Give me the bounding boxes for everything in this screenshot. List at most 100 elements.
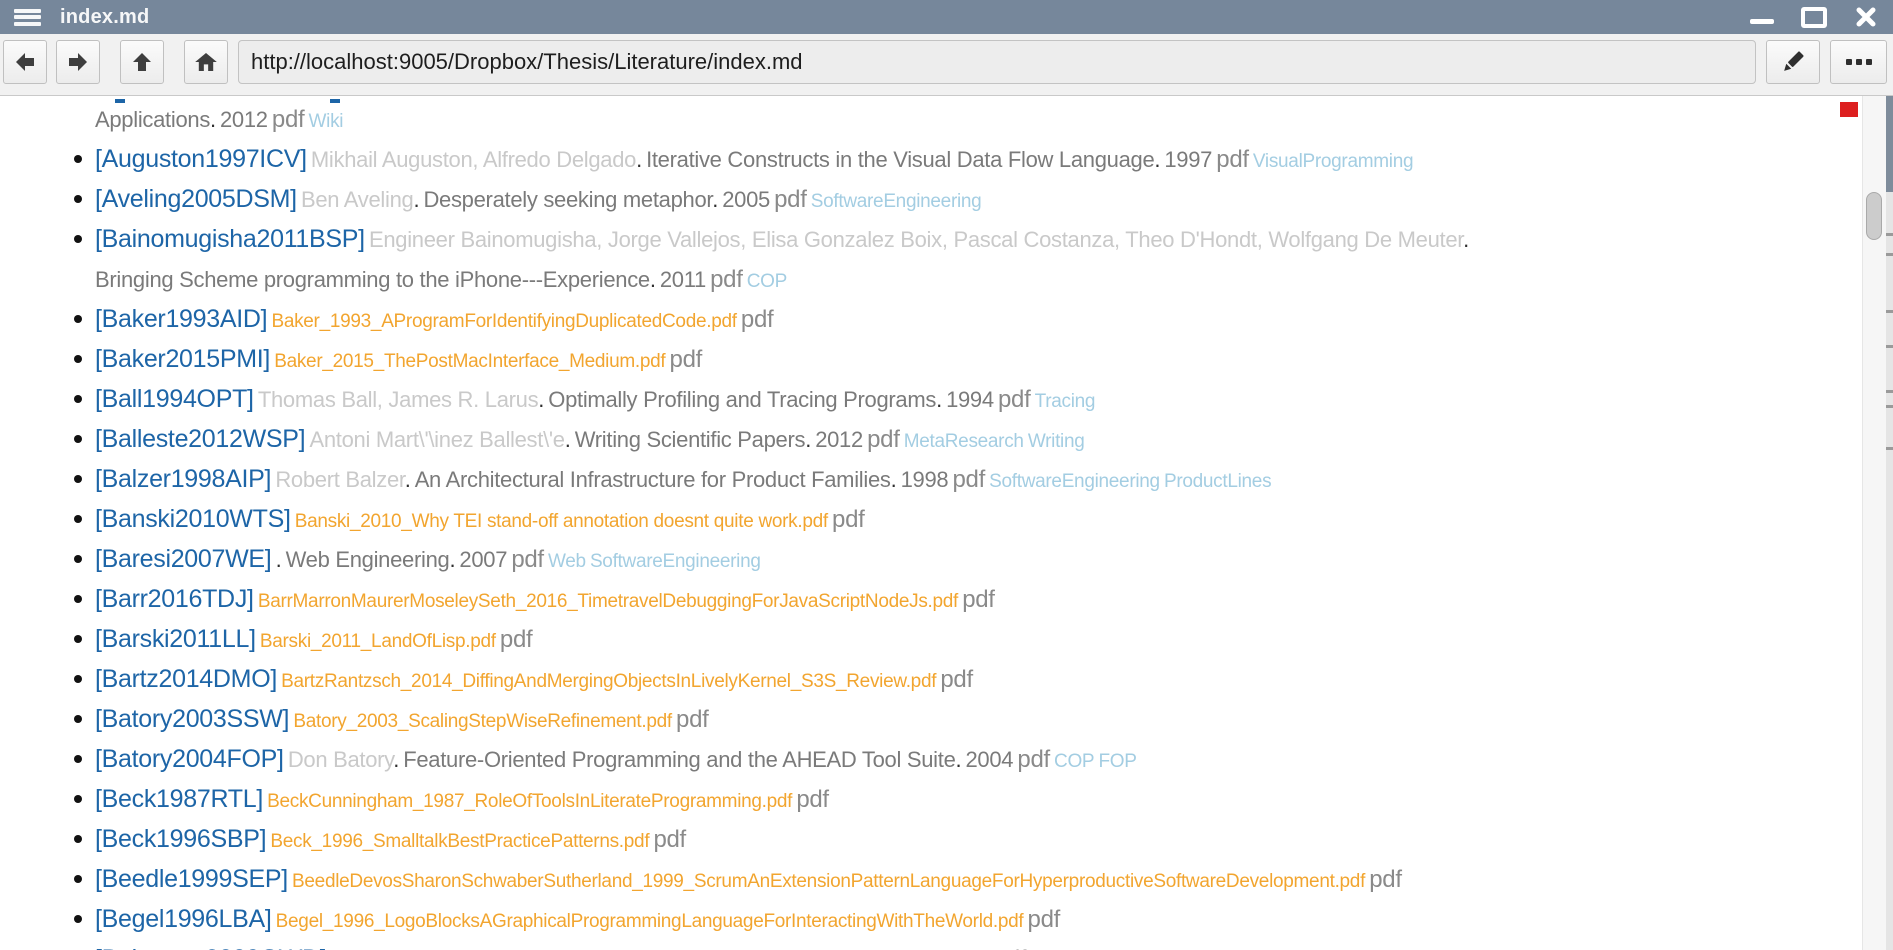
tag-link[interactable]: VisualProgramming bbox=[1253, 151, 1413, 172]
citation-key-link[interactable]: [Beck1996SBP] bbox=[95, 825, 266, 853]
pdf-filename-link[interactable]: BarrMarronMaurerMoseleySeth_2016_Timetra… bbox=[258, 591, 958, 612]
pdf-filename-link[interactable]: BartzRantzsch_2014_DiffingAndMergingObje… bbox=[281, 671, 936, 692]
pdf-link[interactable]: pdf bbox=[952, 466, 984, 493]
tag-link[interactable]: COP bbox=[1054, 751, 1094, 772]
tag-link[interactable]: Wiki bbox=[309, 111, 344, 132]
tag-link[interactable]: SoftwareEngineering bbox=[989, 471, 1160, 492]
tag-link[interactable]: MetaResearch bbox=[904, 431, 1024, 452]
tag-link[interactable]: SoftwareEngineering bbox=[811, 191, 982, 212]
bibliography-entry-partial: Applications. 2012 pdf Wiki bbox=[95, 101, 1773, 141]
edit-button[interactable] bbox=[1766, 40, 1820, 84]
entry-year: 2005 bbox=[722, 187, 770, 212]
content-scrollbar-track[interactable] bbox=[1862, 96, 1886, 950]
title-bar: index.md bbox=[0, 0, 1893, 34]
pdf-link[interactable]: pdf bbox=[710, 266, 742, 293]
pdf-filename-link[interactable]: Begel_1996_LogoBlocksAGraphicalProgrammi… bbox=[276, 911, 1024, 932]
citation-key-link[interactable]: [Baker2015PMI] bbox=[95, 345, 270, 373]
bibliography-entry: [Ball1994OPT] Thomas Ball, James R. Laru… bbox=[95, 381, 1773, 421]
tag-link[interactable]: Writing bbox=[1028, 431, 1085, 452]
author-names: Thomas Ball, James R. Larus bbox=[258, 387, 538, 412]
citation-key-link[interactable]: [Auguston1997ICV] bbox=[95, 145, 307, 173]
pdf-link[interactable]: pdf bbox=[741, 306, 773, 333]
separator-period: . bbox=[712, 187, 718, 212]
citation-key-link[interactable]: [Begel1996LBA] bbox=[95, 905, 272, 933]
citation-key-link[interactable]: [Ball1994OPT] bbox=[95, 385, 254, 413]
window-title: index.md bbox=[60, 6, 149, 29]
entry-year: 2011 bbox=[660, 267, 706, 292]
pdf-link[interactable]: pdf bbox=[1028, 906, 1060, 933]
citation-key-link[interactable]: [Balzer1998AIP] bbox=[95, 465, 271, 493]
pdf-link[interactable]: pdf bbox=[832, 506, 864, 533]
citation-key-link[interactable]: [Baker1993AID] bbox=[95, 305, 267, 333]
tag-link[interactable]: COP bbox=[747, 271, 787, 292]
pdf-link[interactable]: pdf bbox=[676, 706, 708, 733]
pdf-filename-link[interactable]: BeedleDevosSharonSchwaberSutherland_1999… bbox=[292, 871, 1365, 892]
entry-title: Desperately seeking metaphor bbox=[423, 187, 712, 212]
pdf-filename-link[interactable]: Barski_2011_LandOfLisp.pdf bbox=[260, 631, 496, 652]
window-scrollbar-thumb[interactable] bbox=[1886, 96, 1893, 192]
separator-period: . bbox=[650, 267, 656, 292]
content-scrollbar-thumb[interactable] bbox=[1866, 192, 1882, 240]
close-button[interactable] bbox=[1851, 4, 1881, 30]
citation-key-link[interactable]: [Bainomugisha2011BSP] bbox=[95, 225, 365, 253]
tag-link[interactable]: Web bbox=[548, 551, 586, 572]
ellipsis-icon bbox=[1846, 59, 1852, 65]
tag-link[interactable]: FOP bbox=[1098, 751, 1136, 772]
pdf-filename-link[interactable]: BeckCunningham_1987_RoleOfToolsInLiterat… bbox=[267, 791, 792, 812]
pdf-filename-link[interactable]: Beck_1996_SmalltalkBestPracticePatterns.… bbox=[270, 831, 649, 852]
pdf-link[interactable]: pdf bbox=[1369, 866, 1401, 893]
home-button[interactable] bbox=[184, 40, 228, 84]
pdf-link[interactable]: pdf bbox=[774, 186, 806, 213]
pdf-link[interactable]: pdf bbox=[796, 786, 828, 813]
separator-period: . bbox=[538, 387, 544, 412]
up-button[interactable] bbox=[120, 40, 164, 84]
forward-button[interactable] bbox=[56, 40, 100, 84]
pdf-link[interactable]: pdf bbox=[500, 626, 532, 653]
url-address-input[interactable] bbox=[238, 40, 1756, 84]
tag-link[interactable]: ProductLines bbox=[1164, 471, 1271, 492]
pdf-link[interactable]: pdf bbox=[1017, 746, 1049, 773]
entry-title: An Architectural Infrastructure for Prod… bbox=[415, 467, 891, 492]
minimize-button[interactable] bbox=[1747, 4, 1777, 30]
pdf-link[interactable]: pdf bbox=[653, 826, 685, 853]
pdf-filename-link[interactable]: Baker_1993_AProgramForIdentifyingDuplica… bbox=[271, 311, 736, 332]
pdf-link[interactable]: pdf bbox=[998, 386, 1030, 413]
citation-key-link[interactable]: [Beedle1999SEP] bbox=[95, 865, 288, 893]
hamburger-menu-icon[interactable] bbox=[14, 9, 41, 26]
pdf-link[interactable]: pdf bbox=[511, 546, 543, 573]
citation-key-link[interactable]: [Balleste2012WSP] bbox=[95, 425, 305, 453]
back-button[interactable] bbox=[3, 40, 47, 84]
citation-key-link[interactable]: [Barr2016TDJ] bbox=[95, 585, 254, 613]
pdf-link[interactable]: pdf bbox=[272, 106, 304, 133]
pdf-link[interactable]: pdf bbox=[867, 426, 899, 453]
citation-key-link[interactable]: [Barski2011LL] bbox=[95, 625, 256, 653]
citation-key-link[interactable]: [Batory2003SSW] bbox=[95, 705, 289, 733]
pdf-filename-link[interactable]: Baker_2015_ThePostMacInterface_Medium.pd… bbox=[274, 351, 665, 372]
bibliography-entry: [Bainomugisha2011BSP] Engineer Bainomugi… bbox=[95, 221, 1773, 301]
author-names: Antoni Mart\'\inez Ballest\'e bbox=[309, 427, 564, 452]
pdf-link[interactable]: pdf bbox=[962, 586, 994, 613]
pdf-filename-link[interactable]: Batory_2003_ScalingStepWiseRefinement.pd… bbox=[293, 711, 672, 732]
pdf-link[interactable]: pdf bbox=[670, 346, 702, 373]
maximize-button[interactable] bbox=[1799, 4, 1829, 30]
window-scrollbar-track[interactable] bbox=[1886, 96, 1893, 950]
pdf-link[interactable]: pdf bbox=[994, 946, 1026, 950]
tag-link[interactable]: Tracing bbox=[1035, 391, 1096, 412]
citation-key-link[interactable]: [Banski2010WTS] bbox=[95, 505, 291, 533]
more-options-button[interactable] bbox=[1830, 40, 1887, 84]
pdf-filename-link[interactable]: Banski_2010_Why TEI stand-off annotation… bbox=[295, 511, 828, 532]
tag-link[interactable]: SoftwareEngineering bbox=[590, 551, 761, 572]
separator-period: . bbox=[1463, 227, 1469, 252]
maximize-icon bbox=[1801, 7, 1827, 28]
pdf-link[interactable]: pdf bbox=[940, 666, 972, 693]
pdf-link[interactable]: pdf bbox=[1216, 146, 1248, 173]
citation-key-link[interactable]: [Batory2004FOP] bbox=[95, 745, 284, 773]
citation-key-link[interactable]: [Bartz2014DMO] bbox=[95, 665, 277, 693]
citation-key-link[interactable]: [Aveling2005DSM] bbox=[95, 185, 297, 213]
citation-key-link[interactable]: [Beck1987RTL] bbox=[95, 785, 263, 813]
forward-arrow-icon bbox=[64, 48, 92, 76]
bibliography-entry: [Banski2010WTS] Banski_2010_Why TEI stan… bbox=[95, 501, 1773, 541]
citation-key-link[interactable]: [Baresi2007WE] bbox=[95, 545, 271, 573]
citation-key-link[interactable]: [Bekmann2009GWD] bbox=[95, 945, 326, 950]
home-icon bbox=[194, 50, 218, 74]
